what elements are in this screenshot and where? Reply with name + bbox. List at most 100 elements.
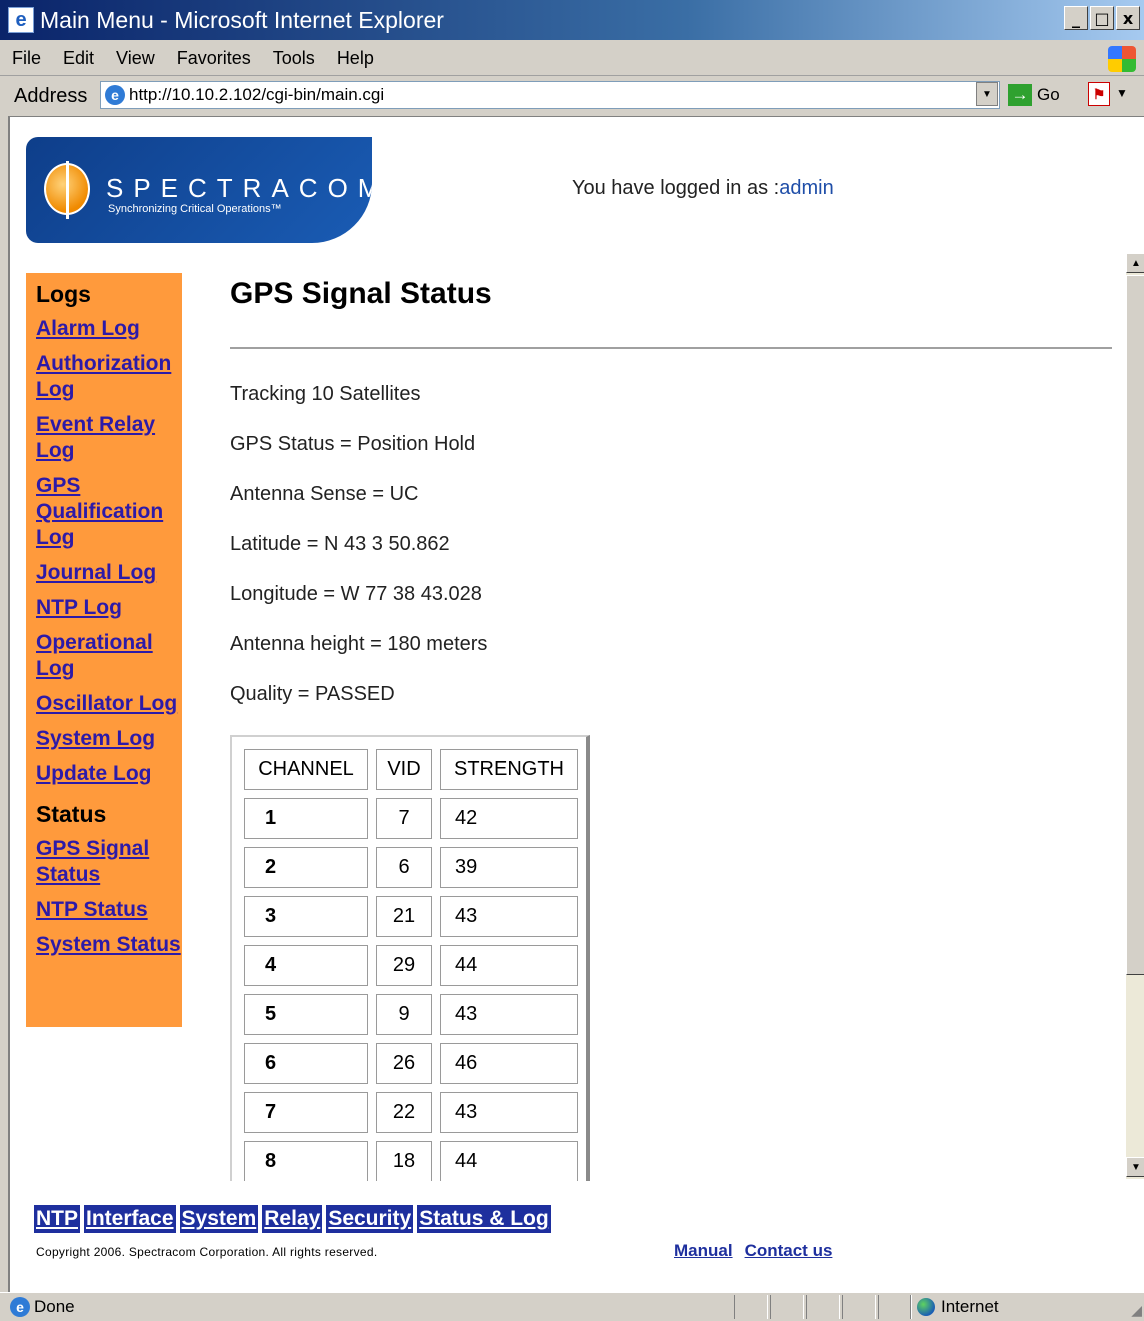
- status-pane: [878, 1295, 912, 1319]
- go-arrow-icon: →: [1008, 84, 1032, 106]
- menu-bar: File Edit View Favorites Tools Help: [0, 42, 1144, 76]
- spectracom-logo: SPECTRACOM Synchronizing Critical Operat…: [26, 137, 372, 243]
- windows-flag-icon: [1108, 46, 1136, 72]
- menu-favorites[interactable]: Favorites: [177, 48, 251, 69]
- nav-operational-log[interactable]: Operational Log: [36, 630, 182, 682]
- menu-view[interactable]: View: [116, 48, 155, 69]
- page-icon: e: [105, 85, 125, 105]
- table-row: 2 6 39: [244, 847, 578, 888]
- menu-help[interactable]: Help: [337, 48, 374, 69]
- info-gps-status: GPS Status = Position Hold: [230, 433, 476, 455]
- page-viewport: SPECTRACOM Synchronizing Critical Operat…: [8, 116, 1144, 1292]
- header-channel: CHANNEL: [244, 749, 368, 790]
- channel-cell: 6: [244, 1043, 368, 1084]
- vid-cell: 26: [376, 1043, 432, 1084]
- vid-cell: 7: [376, 798, 432, 839]
- address-dropdown-button[interactable]: ▼: [976, 82, 998, 106]
- bottom-nav-ntp[interactable]: NTP: [34, 1205, 80, 1233]
- vid-cell: 21: [376, 896, 432, 937]
- menu-edit[interactable]: Edit: [63, 48, 94, 69]
- bottom-nav-interface[interactable]: Interface: [84, 1205, 176, 1233]
- scroll-thumb[interactable]: [1126, 275, 1144, 975]
- nav-ntp-log[interactable]: NTP Log: [36, 595, 182, 621]
- go-label: Go: [1037, 85, 1060, 104]
- channel-cell: 5: [244, 994, 368, 1035]
- nav-gps-signal-status[interactable]: GPS Signal Status: [36, 836, 182, 888]
- info-tracking: Tracking 10 Satellites: [230, 383, 421, 405]
- channel-table-frame[interactable]: CHANNEL VID STRENGTH 1 7 42 2 6 39 3 21: [230, 735, 590, 1181]
- strength-cell: 43: [440, 994, 578, 1035]
- strength-cell: 39: [440, 847, 578, 888]
- strength-cell: 44: [440, 945, 578, 986]
- contact-link[interactable]: Contact us: [745, 1241, 833, 1261]
- channel-cell: 7: [244, 1092, 368, 1133]
- strength-cell: 46: [440, 1043, 578, 1084]
- scroll-up-button[interactable]: ▲: [1126, 253, 1144, 273]
- maximize-button[interactable]: □: [1090, 6, 1114, 30]
- status-panes: [734, 1295, 914, 1319]
- strength-cell: 43: [440, 896, 578, 937]
- pdf-icon[interactable]: ⚑: [1088, 82, 1110, 106]
- info-quality: Quality = PASSED: [230, 683, 395, 705]
- channel-cell: 8: [244, 1141, 368, 1181]
- address-input[interactable]: e http://10.10.2.102/cgi-bin/main.cgi: [100, 81, 1000, 109]
- channel-cell: 3: [244, 896, 368, 937]
- logo-orb-icon: [44, 161, 90, 219]
- page-status-icon: e: [10, 1297, 30, 1317]
- copyright: Copyright 2006. Spectracom Corporation. …: [36, 1245, 378, 1259]
- table-row: 8 18 44: [244, 1141, 578, 1181]
- strength-cell: 43: [440, 1092, 578, 1133]
- info-longitude: Longitude = W 77 38 43.028: [230, 583, 482, 605]
- nav-system-log[interactable]: System Log: [36, 726, 182, 752]
- login-status: You have logged in as :admin: [572, 177, 834, 200]
- bottom-nav-security[interactable]: Security: [326, 1205, 414, 1233]
- resize-grip-icon[interactable]: ◢: [1131, 1302, 1142, 1319]
- table-header-row: CHANNEL VID STRENGTH: [244, 749, 578, 790]
- nav-heading-status: Status: [36, 801, 107, 827]
- bottom-nav-relay[interactable]: Relay: [262, 1205, 323, 1233]
- nav-alarm-log[interactable]: Alarm Log: [36, 316, 182, 342]
- footer-links: Manual Contact us: [674, 1241, 832, 1261]
- address-bar: Address e http://10.10.2.102/cgi-bin/mai…: [0, 78, 1144, 114]
- address-label: Address: [14, 84, 88, 107]
- ie-app-icon: e: [8, 7, 34, 33]
- bottom-nav-status-log[interactable]: Status & Log: [417, 1205, 551, 1233]
- bottom-nav-system[interactable]: System: [179, 1205, 259, 1233]
- vid-cell: 22: [376, 1092, 432, 1133]
- vid-cell: 29: [376, 945, 432, 986]
- address-url: http://10.10.2.102/cgi-bin/main.cgi: [129, 85, 385, 104]
- nav-gps-qualification-log[interactable]: GPS Qualification Log: [36, 473, 182, 551]
- manual-link[interactable]: Manual: [674, 1241, 733, 1261]
- nav-event-relay-log[interactable]: Event Relay Log: [36, 412, 182, 464]
- menu-file[interactable]: File: [12, 48, 41, 69]
- nav-update-log[interactable]: Update Log: [36, 761, 182, 787]
- scroll-down-button[interactable]: ▼: [1126, 1157, 1144, 1177]
- nav-ntp-status[interactable]: NTP Status: [36, 897, 182, 923]
- nav-oscillator-log[interactable]: Oscillator Log: [36, 691, 182, 717]
- table-row: 1 7 42: [244, 798, 578, 839]
- nav-system-status[interactable]: System Status: [36, 932, 182, 958]
- menu-tools[interactable]: Tools: [273, 48, 315, 69]
- status-pane: [806, 1295, 840, 1319]
- nav-authorization-log[interactable]: Authorization Log: [36, 351, 182, 403]
- bottom-nav: NTP Interface System Relay Security Stat…: [34, 1205, 551, 1233]
- table-row: 7 22 43: [244, 1092, 578, 1133]
- channel-table: CHANNEL VID STRENGTH 1 7 42 2 6 39 3 21: [236, 741, 586, 1181]
- info-antenna-height: Antenna height = 180 meters: [230, 633, 488, 655]
- divider: [230, 347, 1112, 349]
- vid-cell: 9: [376, 994, 432, 1035]
- status-pane: [734, 1295, 768, 1319]
- table-row: 5 9 43: [244, 994, 578, 1035]
- nav-journal-log[interactable]: Journal Log: [36, 560, 182, 586]
- minimize-button[interactable]: _: [1064, 6, 1088, 30]
- channel-cell: 4: [244, 945, 368, 986]
- status-pane: [842, 1295, 876, 1319]
- pdf-dropdown-icon[interactable]: ▼: [1116, 86, 1128, 100]
- info-latitude: Latitude = N 43 3 50.862: [230, 533, 450, 555]
- logo-wordmark: SPECTRACOM: [106, 173, 372, 203]
- gps-info: Tracking 10 Satellites GPS Status = Posi…: [230, 383, 487, 733]
- header-vid: VID: [376, 749, 432, 790]
- close-button[interactable]: x: [1116, 6, 1140, 30]
- go-button[interactable]: → Go: [1008, 82, 1060, 108]
- vertical-scrollbar[interactable]: ▲ ▼: [1126, 253, 1144, 1179]
